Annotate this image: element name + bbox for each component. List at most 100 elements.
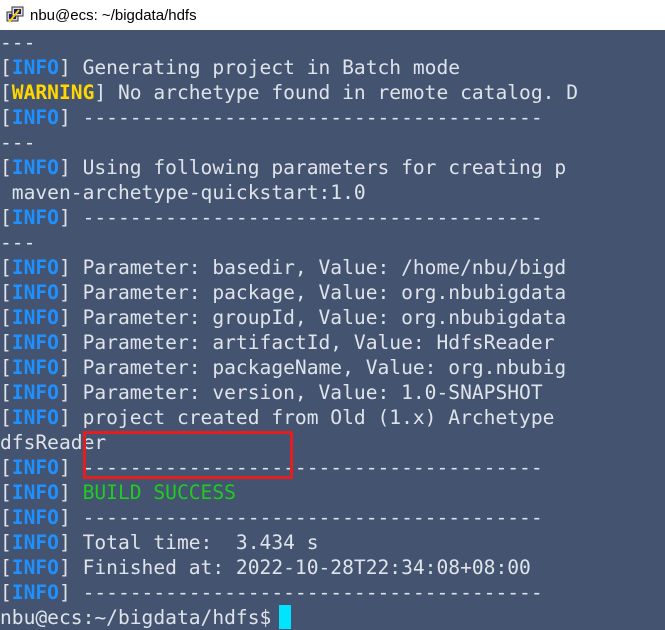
info-tag: INFO xyxy=(11,331,59,354)
bracket: ] xyxy=(58,406,71,429)
text-cursor xyxy=(279,605,292,629)
bracket: [ xyxy=(0,406,12,429)
bracket: [ xyxy=(0,156,12,179)
build-success-text: BUILD SUCCESS xyxy=(70,481,236,504)
warning-tag: WARNING xyxy=(11,81,95,104)
terminal-line: [INFO] BUILD SUCCESS xyxy=(0,480,236,505)
bracket: [ xyxy=(0,56,12,79)
line-text: Generating project in Batch mode xyxy=(70,56,461,79)
bracket: ] xyxy=(58,106,71,129)
line-text: project created from Old (1.x) Archetype xyxy=(70,406,555,429)
bracket: ] xyxy=(58,331,71,354)
bracket: ] xyxy=(58,581,71,604)
info-tag: INFO xyxy=(11,381,59,404)
bracket: [ xyxy=(0,531,12,554)
terminal-line: [INFO] ---------------------------------… xyxy=(0,205,543,230)
bracket: ] xyxy=(58,256,71,279)
info-tag: INFO xyxy=(11,556,59,579)
line-text: Using following parameters for creating … xyxy=(70,156,567,179)
terminal-line: [INFO] Using following parameters for cr… xyxy=(0,155,566,180)
window-title: nbu@ecs: ~/bigdata/hdfs xyxy=(30,6,197,24)
terminal-line: --- xyxy=(0,130,35,155)
line-text: --------------------------------------- xyxy=(70,506,543,529)
bracket: [ xyxy=(0,331,12,354)
build-success-highlight xyxy=(83,431,293,479)
terminal-line: [INFO] ---------------------------------… xyxy=(0,105,543,130)
shell-prompt-line[interactable]: nbu@ecs:~/bigdata/hdfs$ xyxy=(0,605,292,630)
terminal-line: [INFO] Parameter: package, Value: org.nb… xyxy=(0,280,566,305)
terminal-output[interactable]: --- [INFO] Generating project in Batch mo… xyxy=(0,30,665,630)
bracket: ] xyxy=(94,81,107,104)
info-tag: INFO xyxy=(11,456,59,479)
bracket: [ xyxy=(0,256,12,279)
info-tag: INFO xyxy=(11,406,59,429)
line-text: --- xyxy=(0,31,36,54)
terminal-line: [INFO] ---------------------------------… xyxy=(0,580,543,605)
bracket: [ xyxy=(0,581,12,604)
info-tag: INFO xyxy=(11,356,59,379)
info-tag: INFO xyxy=(11,531,59,554)
info-tag: INFO xyxy=(11,306,59,329)
terminal-line: [INFO] Parameter: basedir, Value: /home/… xyxy=(0,255,566,280)
line-text: Parameter: package, Value: org.nbubigdat… xyxy=(70,281,567,304)
terminal-line: [WARNING] No archetype found in remote c… xyxy=(0,80,578,105)
bracket: [ xyxy=(0,456,12,479)
bracket: ] xyxy=(58,156,71,179)
bracket: ] xyxy=(58,206,71,229)
bracket: [ xyxy=(0,106,12,129)
bracket: [ xyxy=(0,556,12,579)
line-text: Total time: 3.434 s xyxy=(70,531,319,554)
bracket: [ xyxy=(0,481,12,504)
line-text: Parameter: artifactId, Value: HdfsReader xyxy=(70,331,555,354)
info-tag: INFO xyxy=(11,281,59,304)
bracket: ] xyxy=(58,306,71,329)
info-tag: INFO xyxy=(11,56,59,79)
bracket: ] xyxy=(58,56,71,79)
terminal-line: [INFO] ---------------------------------… xyxy=(0,505,543,530)
info-tag: INFO xyxy=(11,506,59,529)
info-tag: INFO xyxy=(11,581,59,604)
terminal-line: maven-archetype-quickstart:1.0 xyxy=(0,180,366,205)
line-text: --- xyxy=(0,131,36,154)
bracket: [ xyxy=(0,281,12,304)
line-text: Parameter: groupId, Value: org.nbubigdat… xyxy=(70,306,567,329)
bracket: ] xyxy=(58,531,71,554)
bracket: ] xyxy=(58,481,71,504)
terminal-line: [INFO] Parameter: artifactId, Value: Hdf… xyxy=(0,330,554,355)
line-text: --------------------------------------- xyxy=(70,581,543,604)
info-tag: INFO xyxy=(11,106,59,129)
terminal-line: [INFO] Total time: 3.434 s xyxy=(0,530,319,555)
terminal-line: [INFO] Finished at: 2022-10-28T22:34:08+… xyxy=(0,555,531,580)
line-text: --------------------------------------- xyxy=(70,106,543,129)
bracket: ] xyxy=(58,556,71,579)
terminal-line: --- xyxy=(0,30,35,55)
bracket: [ xyxy=(0,381,12,404)
info-tag: INFO xyxy=(11,206,59,229)
bracket: [ xyxy=(0,206,12,229)
terminal-line: [INFO] Parameter: packageName, Value: or… xyxy=(0,355,566,380)
bracket: [ xyxy=(0,81,12,104)
line-text: Parameter: basedir, Value: /home/nbu/big… xyxy=(70,256,567,279)
line-text: Parameter: packageName, Value: org.nbubi… xyxy=(70,356,567,379)
info-tag: INFO xyxy=(11,481,59,504)
line-text: No archetype found in remote catalog. D xyxy=(106,81,579,104)
line-text: Finished at: 2022-10-28T22:34:08+08:00 xyxy=(70,556,531,579)
line-text: maven-archetype-quickstart:1.0 xyxy=(0,181,366,204)
terminal-line: [INFO] Parameter: groupId, Value: org.nb… xyxy=(0,305,566,330)
bracket: ] xyxy=(58,506,71,529)
putty-icon xyxy=(6,6,24,23)
bracket: [ xyxy=(0,356,12,379)
terminal-line: [INFO] project created from Old (1.x) Ar… xyxy=(0,405,554,430)
info-tag: INFO xyxy=(11,256,59,279)
terminal-line: --- xyxy=(0,230,35,255)
terminal-line: [INFO] Generating project in Batch mode xyxy=(0,55,460,80)
line-text: --------------------------------------- xyxy=(70,206,543,229)
bracket: ] xyxy=(58,356,71,379)
bracket: ] xyxy=(58,281,71,304)
line-text: --- xyxy=(0,231,36,254)
bracket: [ xyxy=(0,306,12,329)
bracket: ] xyxy=(58,456,71,479)
terminal-line: [INFO] Parameter: version, Value: 1.0-SN… xyxy=(0,380,543,405)
bracket: ] xyxy=(58,381,71,404)
shell-prompt: nbu@ecs:~/bigdata/hdfs$ xyxy=(0,606,272,629)
